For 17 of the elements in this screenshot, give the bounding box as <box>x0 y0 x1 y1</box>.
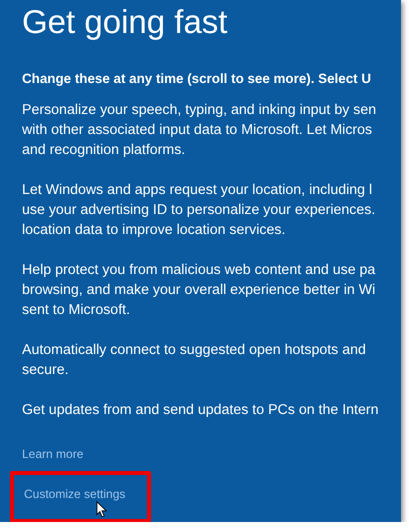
paragraph-line: Personalize your speech, typing, and inking input by sen <box>22 101 376 120</box>
mouse-pointer-icon <box>96 501 108 518</box>
paragraph-line: with other associated input data to Microsoft. Let Micros <box>22 121 372 140</box>
paragraph-line: Let Windows and apps request your location, including l <box>22 181 372 200</box>
intro-text: Change these at any time (scroll to see more). Select U <box>22 70 372 88</box>
paragraph-line: and recognition platforms. <box>22 141 186 160</box>
paragraph-line: browsing, and make your overall experience better in Wi <box>22 281 376 300</box>
paragraph-line: location data to improve location services. <box>22 221 286 240</box>
paragraph-line: use your advertising ID to personalize your experiences. <box>22 201 376 220</box>
paragraph-line: secure. <box>22 361 69 380</box>
paragraph-line: sent to Microsoft. <box>22 301 130 320</box>
paragraph-line: Automatically connect to suggested open hotspots and <box>22 341 366 360</box>
link[interactable]: Learn more <box>10 442 84 471</box>
highlighted-link[interactable]: Customize settings <box>10 471 152 522</box>
page-title: Get going fast <box>22 2 228 42</box>
paragraph-line: Help protect you from malicious web content and use pa <box>22 261 376 280</box>
paragraph-line: Get updates from and send updates to PCs on the Intern <box>22 401 378 420</box>
